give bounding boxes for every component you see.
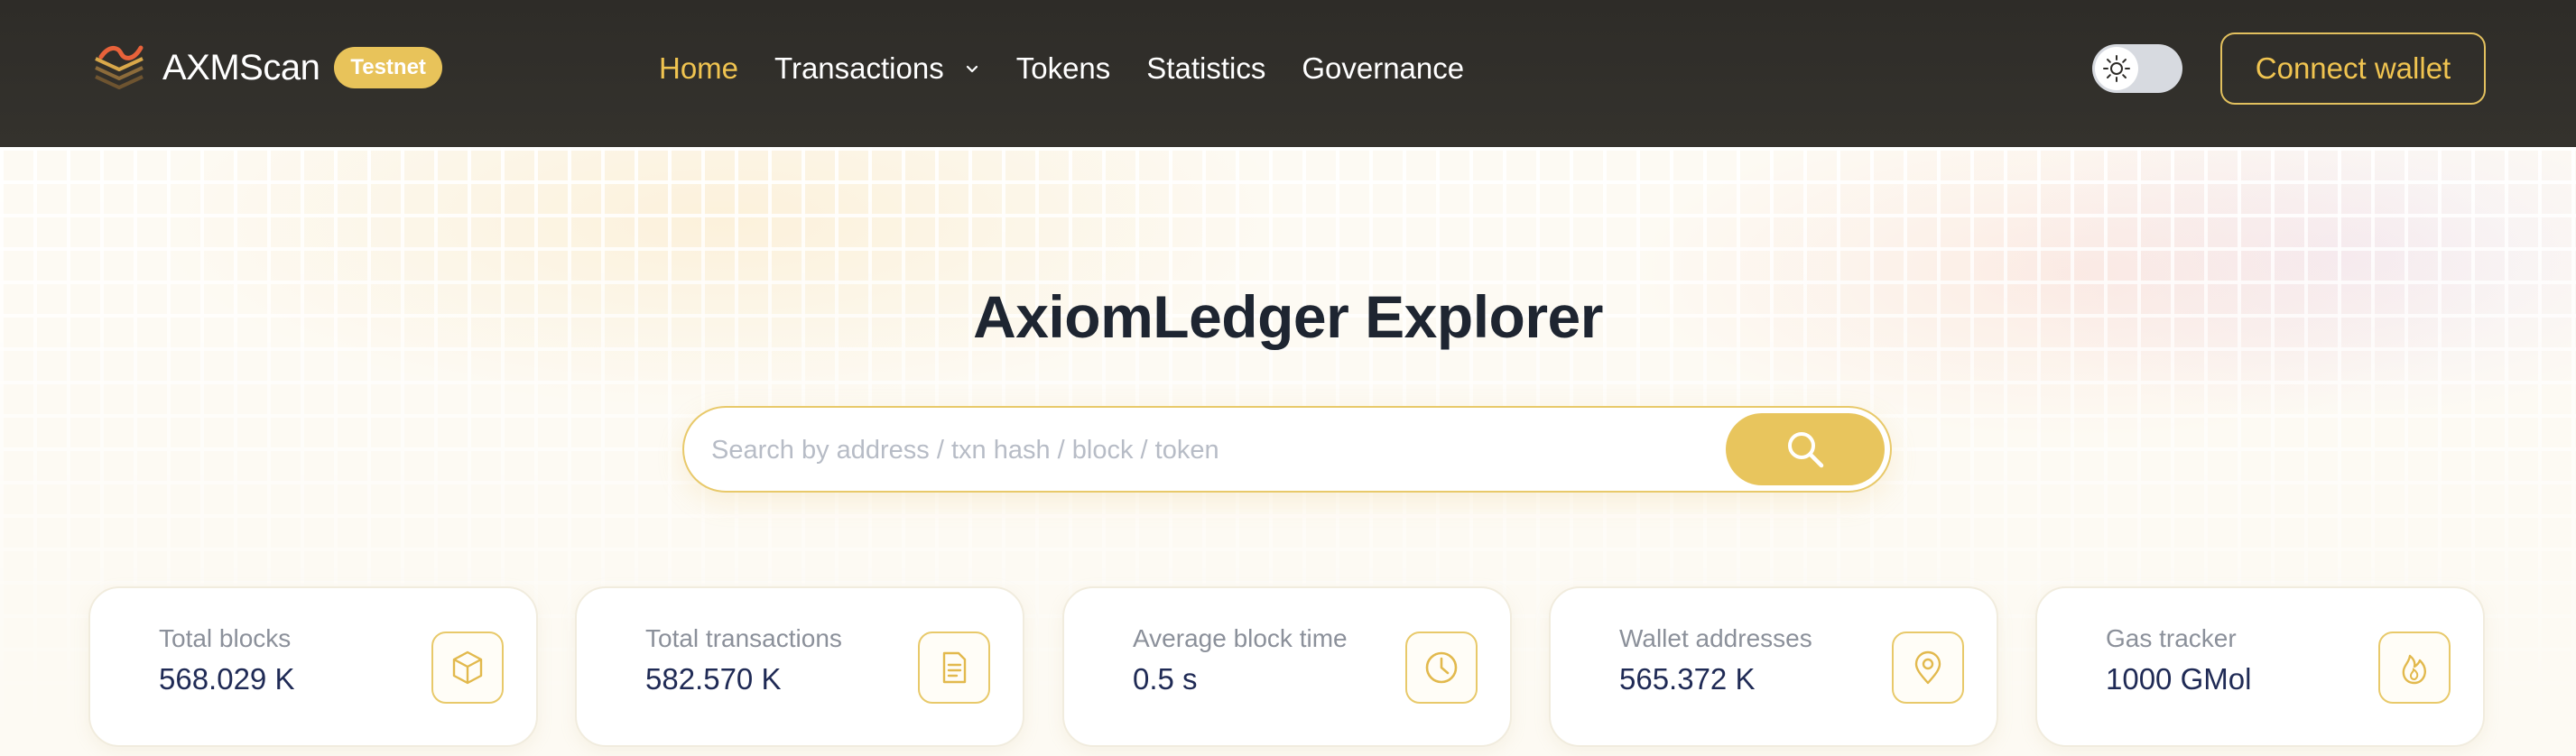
flame-icon [2402,654,2426,685]
stat-value: 582.570 K [645,662,782,696]
stat-icon-box [1892,632,1964,704]
chevron-down-icon [966,65,978,73]
sun-icon [2103,55,2130,82]
stat-label: Gas tracker [2106,624,2237,652]
network-badge: Testnet [334,47,442,88]
theme-toggle[interactable] [2092,44,2182,93]
top-navbar: AXMScan Testnet Home Transactions Tokens… [0,0,2576,147]
nav-governance[interactable]: Governance [1302,51,1464,86]
stat-icon-box [918,632,990,704]
nav-transactions-label: Transactions [774,51,944,85]
stats-row: Total blocks 568.029 K Total transaction… [0,586,2576,756]
stat-card-total-blocks: Total blocks 568.029 K [88,586,538,747]
nav-tokens-label: Tokens [1015,51,1111,85]
stat-label: Average block time [1133,624,1348,652]
stat-card-average-block-time: Average block time 0.5 s [1062,586,1512,747]
search-button[interactable] [1726,413,1885,485]
brand-name: AXMScan [162,47,320,88]
stat-label: Wallet addresses [1619,624,1812,652]
clock-icon [1425,651,1458,684]
stat-card-total-transactions: Total transactions 582.570 K [575,586,1024,747]
stat-value: 0.5 s [1133,662,1198,696]
nav-tokens[interactable]: Tokens [1016,51,1111,86]
nav-home-label: Home [659,51,739,85]
stat-value: 565.372 K [1619,662,1756,696]
toggle-knob [2095,47,2138,90]
stat-icon-box [431,632,504,704]
cube-icon [452,650,483,685]
search-icon [1788,432,1824,468]
stat-label: Total blocks [159,624,292,652]
stat-value: 1000 GMol [2106,662,2252,696]
main-nav: Home Transactions Tokens Statistics Gove… [659,45,1500,92]
connect-wallet-button[interactable]: Connect wallet [2220,32,2486,105]
stat-icon-box [2378,632,2451,704]
page-title: AxiomLedger Explorer [973,283,1603,350]
nav-statistics-label: Statistics [1146,51,1266,85]
stat-label: Total transactions [645,624,842,652]
brand[interactable]: AXMScan Testnet [90,41,442,95]
nav-home[interactable]: Home [659,51,738,86]
search-input[interactable] [711,424,1659,476]
location-pin-icon [1914,650,1941,685]
stat-card-gas-tracker: Gas tracker 1000 GMol [2035,586,2485,747]
nav-statistics[interactable]: Statistics [1146,51,1265,86]
stat-value: 568.029 K [159,662,295,696]
stat-card-wallet-addresses: Wallet addresses 565.372 K [1549,586,1998,747]
document-icon [942,651,967,684]
nav-transactions[interactable]: Transactions [774,51,980,86]
stat-icon-box [1405,632,1478,704]
nav-governance-label: Governance [1302,51,1465,85]
search-bar [682,406,1892,493]
brand-logo-icon [95,45,144,89]
